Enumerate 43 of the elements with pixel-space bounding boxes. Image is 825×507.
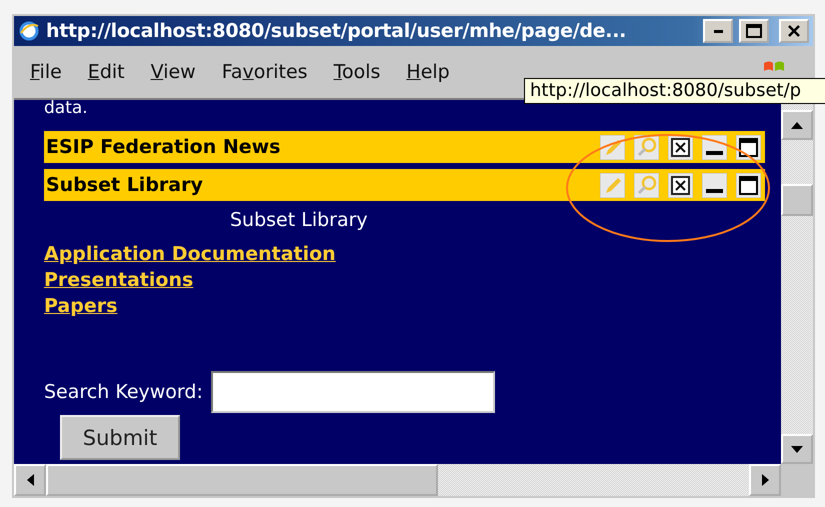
scroll-thumb[interactable] xyxy=(781,184,813,216)
submit-button[interactable]: Submit xyxy=(60,415,180,460)
right-arrow-icon xyxy=(762,474,768,486)
portlet-title: Subset Library xyxy=(46,174,204,196)
menu-item[interactable]: View xyxy=(150,61,196,83)
minimize-icon xyxy=(714,30,722,32)
minimize-icon[interactable] xyxy=(702,172,727,198)
up-arrow-icon xyxy=(791,122,803,128)
minimize-button[interactable] xyxy=(703,19,733,43)
scroll-right-button[interactable] xyxy=(749,464,781,496)
horizontal-scrollbar[interactable] xyxy=(14,464,781,496)
portlet-title: ESIP Federation News xyxy=(46,136,282,158)
scroll-down-button[interactable] xyxy=(781,434,813,464)
menu-item[interactable]: Tools xyxy=(334,61,380,83)
clipped-text: data. xyxy=(44,100,88,120)
menu-item[interactable]: Help xyxy=(406,61,450,83)
tooltip: http://localhost:8080/subset/p xyxy=(524,78,825,104)
menu-item[interactable]: Favorites xyxy=(222,61,308,83)
minimize-icon[interactable] xyxy=(702,134,727,160)
maximize-icon[interactable] xyxy=(736,172,761,198)
close-button[interactable] xyxy=(779,19,809,43)
flag-logo-icon xyxy=(764,60,784,71)
search-field[interactable] xyxy=(210,371,495,413)
scroll-thumb[interactable] xyxy=(46,464,438,496)
search-label: Search Keyword: xyxy=(44,381,203,403)
down-arrow-icon xyxy=(791,446,803,452)
maximize-button[interactable] xyxy=(739,19,769,43)
window-title: http://localhost:8080/subset/portal/user/mhe/page/de... xyxy=(46,20,628,42)
close-box-icon[interactable] xyxy=(668,172,693,198)
scroll-up-button[interactable] xyxy=(781,110,813,140)
menu-item[interactable]: File xyxy=(30,61,62,83)
left-arrow-icon xyxy=(26,474,34,486)
close-icon xyxy=(788,25,800,37)
library-caption: Subset Library xyxy=(230,209,369,231)
scroll-left-button[interactable] xyxy=(14,464,46,496)
link[interactable]: Presentations xyxy=(44,267,194,293)
close-box-icon[interactable] xyxy=(668,134,693,160)
maximize-icon xyxy=(746,24,762,38)
link[interactable]: Application Documentation xyxy=(44,241,336,267)
menu-item[interactable]: Edit xyxy=(88,61,125,83)
link[interactable]: Papers xyxy=(44,293,118,319)
browser-logo-icon xyxy=(18,20,40,42)
maximize-icon[interactable] xyxy=(736,134,761,160)
